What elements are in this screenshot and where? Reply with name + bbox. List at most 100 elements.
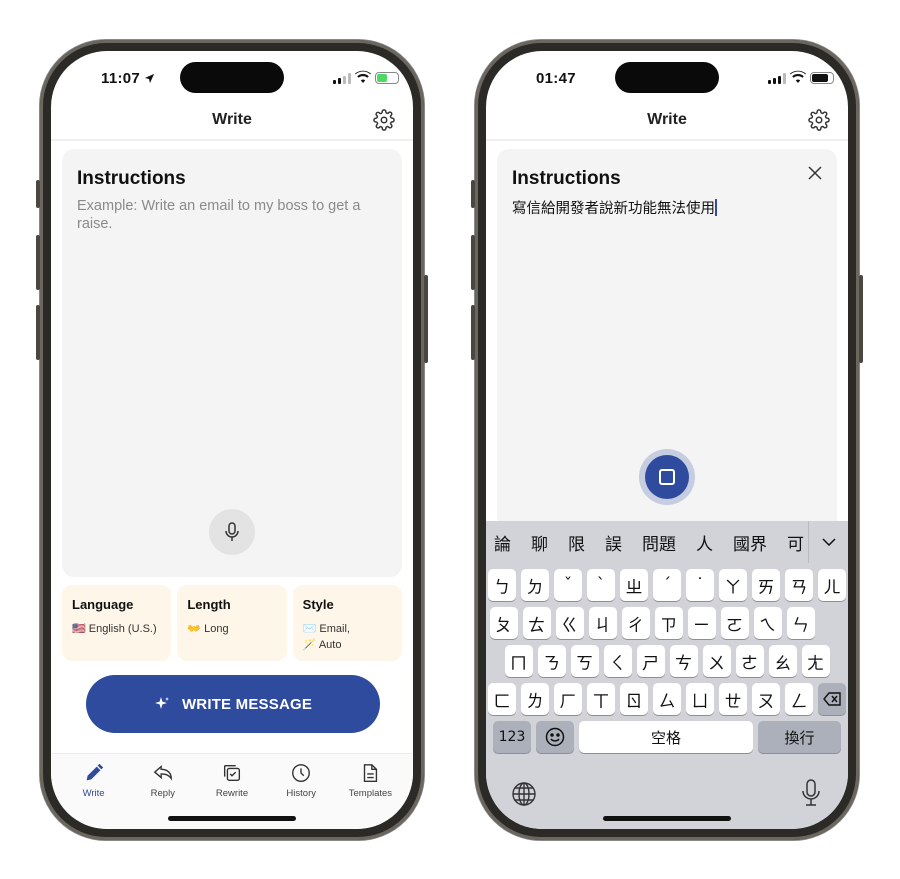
key-ㄛ[interactable]: ㄛ [720,607,749,639]
key-ㄧ[interactable]: ㄧ [687,607,716,639]
delete-key[interactable] [818,683,846,715]
key-ㄩ[interactable]: ㄩ [686,683,714,715]
chevron-down-icon [821,538,836,546]
tab-write[interactable]: Write [59,754,128,829]
key-ㄚ[interactable]: ㄚ [719,569,747,601]
candidate-word[interactable]: 可 [787,530,804,555]
key-ㄞ[interactable]: ㄞ [752,569,780,601]
emoji-key[interactable] [536,721,574,753]
length-option[interactable]: Length 👐 Long [177,585,287,661]
key-ㄔ[interactable]: ㄔ [621,607,650,639]
signal-icon [768,73,786,84]
status-time: 11:07 [101,70,141,87]
key-ㄌ[interactable]: ㄌ [521,683,549,715]
key-ㄈ[interactable]: ㄈ [488,683,516,715]
key-ㄊ[interactable]: ㄊ [522,607,551,639]
key-ㄎ[interactable]: ㄎ [570,645,599,677]
reply-icon [153,765,172,781]
key-˙[interactable]: ˙ [686,569,714,601]
key-ㄥ[interactable]: ㄥ [785,683,813,715]
key-ㄘ[interactable]: ㄘ [669,645,698,677]
style-option[interactable]: Style ✉️ Email, 🪄 Auto [292,585,402,661]
return-key[interactable]: 換行 [758,721,841,753]
key-ㄢ[interactable]: ㄢ [785,569,813,601]
key-ㄦ[interactable]: ㄦ [818,569,846,601]
key-ㄑ[interactable]: ㄑ [603,645,632,677]
candidate-word[interactable]: 國界 [733,530,767,555]
expand-candidates-button[interactable] [808,521,848,563]
side-button [471,180,475,208]
candidate-word[interactable]: 論 [494,530,511,555]
status-bar: 11:07 [51,51,413,101]
key-ㄡ[interactable]: ㄡ [752,683,780,715]
status-time: 01:47 [536,70,576,87]
key-ㄤ[interactable]: ㄤ [801,645,830,677]
space-key[interactable]: 空格 [579,721,753,753]
instructions-card[interactable]: Instructions 寫信給開發者說新功能無法使用 [497,149,837,549]
dictation-microphone-icon[interactable] [802,779,820,807]
candidate-bar: 論聊限誤問題人國界可 [486,521,848,563]
key-ㄣ[interactable]: ㄣ [786,607,815,639]
numbers-key[interactable]: 123 [493,721,531,753]
key-ㄖ[interactable]: ㄖ [620,683,648,715]
key-ˊ[interactable]: ˊ [653,569,681,601]
key-ㄏ[interactable]: ㄏ [554,683,582,715]
candidate-word[interactable]: 問題 [642,530,676,555]
instructions-card[interactable]: Instructions Example: Write an email to … [62,149,402,577]
key-ㄨ[interactable]: ㄨ [702,645,731,677]
gear-icon[interactable] [808,109,830,131]
key-ㄗ[interactable]: ㄗ [654,607,683,639]
key-ㄉ[interactable]: ㄉ [521,569,549,601]
candidate-word[interactable]: 聊 [531,530,548,555]
sparkle-icon [154,697,169,709]
key-ㄟ[interactable]: ㄟ [753,607,782,639]
key-ㄇ[interactable]: ㄇ [504,645,533,677]
key-ㄝ[interactable]: ㄝ [719,683,747,715]
key-ㄋ[interactable]: ㄋ [537,645,566,677]
tab-templates[interactable]: Templates [336,754,405,829]
write-message-button[interactable]: WRITE MESSAGE [86,675,380,733]
key-ˇ[interactable]: ˇ [554,569,582,601]
close-icon[interactable] [807,165,823,181]
key-ㄕ[interactable]: ㄕ [636,645,665,677]
key-ㄙ[interactable]: ㄙ [653,683,681,715]
flag-icon: 🇺🇸 [72,623,86,635]
key-row-1: ㄅㄉ ˇ ˋ ㄓ ˊ ˙ ㄚㄞㄢㄦ [486,569,848,601]
side-button [36,180,40,208]
envelope-icon: ✉️ [302,623,317,635]
voice-input-button[interactable] [209,509,255,555]
power-button [424,275,428,363]
tab-label: Reply [150,788,175,799]
home-indicator [603,816,731,821]
key-row-2: ㄆㄊㄍㄐㄔㄗㄧㄛㄟㄣ [486,607,848,639]
candidate-word[interactable]: 限 [568,530,585,555]
key-ㄒ[interactable]: ㄒ [587,683,615,715]
candidate-word[interactable]: 人 [696,530,713,555]
length-value: Long [204,623,229,635]
key-ㄓ[interactable]: ㄓ [620,569,648,601]
key-ㄠ[interactable]: ㄠ [768,645,797,677]
key-row-4: ㄈㄌㄏㄒㄖㄙㄩㄝㄡㄥ [486,683,848,715]
globe-icon[interactable] [511,781,537,807]
key-ㄐ[interactable]: ㄐ [588,607,617,639]
language-option[interactable]: Language 🇺🇸 English (U.S.) [62,585,172,661]
gear-icon[interactable] [373,109,395,131]
key-ˋ[interactable]: ˋ [587,569,615,601]
instructions-input[interactable]: Example: Write an email to my boss to ge… [77,197,382,233]
key-row-3: ㄇㄋㄎㄑㄕㄘㄨㄜㄠㄤ [486,645,848,677]
key-ㄅ[interactable]: ㄅ [488,569,516,601]
candidate-word[interactable]: 誤 [605,530,622,555]
dynamic-island [615,62,719,93]
instructions-input[interactable]: 寫信給開發者說新功能無法使用 [512,197,717,218]
stop-recording-button[interactable] [639,449,695,505]
screen: 01:47 Write Instructions 寫信給開發者說新功能無法使用 … [486,51,848,829]
keyboard-bottom-bar [486,775,848,815]
key-ㄆ[interactable]: ㄆ [489,607,518,639]
stop-icon [659,469,675,485]
key-ㄜ[interactable]: ㄜ [735,645,764,677]
instructions-text: 寫信給開發者說新功能無法使用 [512,201,715,217]
clock-icon [292,764,311,782]
key-ㄍ[interactable]: ㄍ [555,607,584,639]
app-header: Write [486,101,848,141]
instructions-title: Instructions [77,168,186,189]
